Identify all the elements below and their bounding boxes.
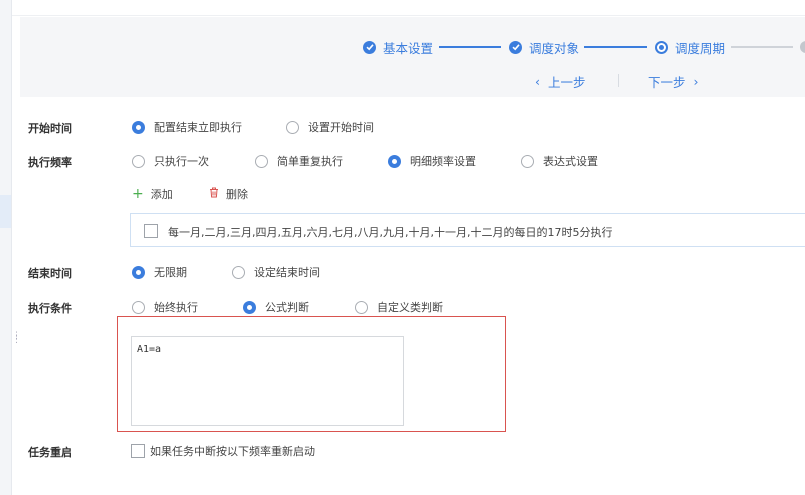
check-icon [509, 40, 522, 54]
radio-expression[interactable]: 表达式设置 [521, 153, 598, 169]
frequency-label: 执行频率 [28, 156, 72, 169]
radio-unchecked-icon [132, 154, 145, 168]
drag-handle-icon[interactable]: ⋮ ⋮ [12, 332, 21, 345]
rule-checkbox[interactable] [144, 224, 158, 238]
radio-unchecked-icon [255, 154, 268, 168]
radio-unchecked-icon [232, 265, 245, 279]
radio-run-once[interactable]: 只执行一次 [132, 153, 209, 169]
frequency-rule-list: 每一月,二月,三月,四月,五月,六月,七月,八月,九月,十月,十一月,十二月的每… [130, 213, 805, 247]
trash-icon [209, 187, 219, 201]
radio-set-end-time[interactable]: 设定结束时间 [232, 264, 320, 280]
chevron-right-icon: › [693, 74, 699, 89]
pending-step-icon [800, 41, 805, 53]
restart-option[interactable]: 如果任务中断按以下频率重新启动 [131, 443, 315, 459]
prev-step-button[interactable]: ‹ 上一步 [535, 72, 586, 91]
radio-formula[interactable]: 公式判断 [243, 299, 309, 315]
start-time-label: 开始时间 [28, 122, 72, 135]
plus-icon: + [132, 185, 144, 202]
step-dispatch-cycle[interactable]: 调度周期 [655, 40, 726, 56]
top-bar [12, 0, 805, 16]
add-button[interactable]: + 添加 [132, 186, 173, 202]
active-step-icon [655, 40, 668, 54]
step-label: 基本设置 [383, 40, 434, 56]
radio-unchecked-icon [355, 300, 368, 314]
radio-set-start-time[interactable]: 设置开始时间 [286, 119, 374, 135]
step-connector [584, 46, 647, 48]
radio-unchecked-icon [286, 120, 299, 134]
radio-always-run[interactable]: 始终执行 [132, 299, 198, 315]
restart-checkbox[interactable] [131, 444, 145, 458]
radio-checked-icon [132, 120, 145, 134]
radio-unlimited[interactable]: 无限期 [132, 264, 187, 280]
frequency-rule-text: 每一月,二月,三月,四月,五月,六月,七月,八月,九月,十月,十一月,十二月的每… [168, 226, 613, 239]
step-label: 调度对象 [529, 40, 580, 56]
radio-simple-repeat[interactable]: 简单重复执行 [255, 153, 343, 169]
radio-checked-icon [388, 154, 401, 168]
end-time-label: 结束时间 [28, 267, 72, 280]
delete-button[interactable]: 删除 [209, 186, 248, 202]
radio-unchecked-icon [521, 154, 534, 168]
radio-unchecked-icon [132, 300, 145, 314]
restart-label: 任务重启 [28, 446, 72, 459]
chevron-left-icon: ‹ [535, 74, 540, 89]
sidebar-selected-item[interactable] [0, 195, 11, 228]
radio-detailed-frequency[interactable]: 明细频率设置 [388, 153, 476, 169]
radio-custom-class[interactable]: 自定义类判断 [355, 299, 443, 315]
left-sidebar-strip [0, 0, 12, 495]
condition-label: 执行条件 [28, 302, 72, 315]
nav-divider [618, 74, 619, 87]
check-icon [363, 40, 376, 54]
step-connector [731, 46, 793, 48]
radio-start-immediately[interactable]: 配置结束立即执行 [132, 119, 242, 135]
next-step-button[interactable]: 下一步 › [648, 72, 699, 91]
step-connector [439, 46, 501, 48]
radio-checked-icon [243, 300, 256, 314]
step-label: 调度周期 [675, 40, 726, 56]
step-basic-settings[interactable]: 基本设置 [363, 40, 434, 56]
step-dispatch-object[interactable]: 调度对象 [509, 40, 580, 56]
formula-input[interactable]: A1=a [131, 336, 404, 426]
radio-checked-icon [132, 265, 145, 279]
